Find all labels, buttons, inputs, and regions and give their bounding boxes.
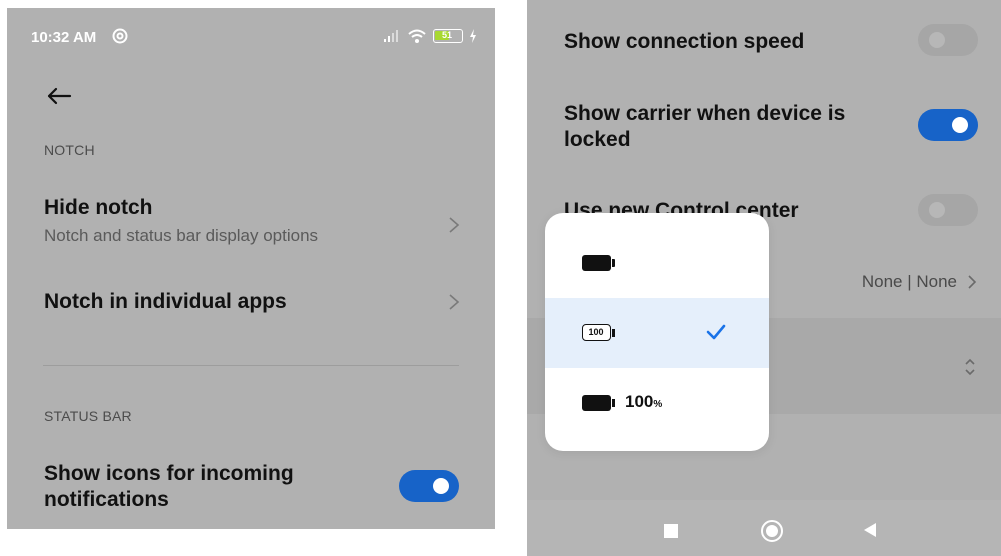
incoming-icons-toggle[interactable] [399,470,459,502]
notch-settings-screen: 10:32 AM 51 NOTCH Hide notch Notch and s… [7,8,495,529]
battery-tip [612,259,615,267]
battery-icon [582,255,611,271]
battery-icon [582,395,611,411]
chevron-up-down-icon [965,358,975,376]
checkmark-icon [706,324,726,340]
hotspot-icon [112,28,128,44]
notch-individual-apps-item[interactable]: Notch in individual apps [7,278,495,330]
battery-tip [612,399,615,407]
divider [43,365,459,366]
chevron-right-icon [968,275,977,289]
toggle-knob [929,202,945,218]
circle-home-icon[interactable] [761,520,783,542]
battery-number: 100 [588,327,604,337]
battery-level: 51 [441,30,452,40]
battery-percentage-label: 100% [625,392,663,411]
battery-option-number-inside[interactable]: 100 [545,298,769,368]
carrier-value: None | None [861,272,957,291]
battery-number-icon: 100 [582,324,611,341]
chevron-right-icon [449,217,460,233]
battery-option-with-percentage[interactable]: 100% [545,368,769,438]
status-bar: 10:32 AM 51 [7,8,495,66]
battery-style-popup: 100 100% [545,213,769,451]
toggle-knob [929,32,945,48]
arrow-left-icon[interactable] [43,80,75,112]
carrier-locked-title-line2: locked [564,128,631,151]
connection-speed-title: Show connection speed [564,30,805,53]
toggle-knob [433,478,449,494]
section-header-status-bar: STATUS BAR [44,408,132,424]
square-icon[interactable] [664,524,678,538]
hide-notch-item[interactable]: Hide notch Notch and status bar display … [7,188,495,258]
status-time: 10:32 AM [31,29,97,46]
signal-icon [384,30,398,42]
hide-notch-subtitle: Notch and status bar display options [44,226,319,245]
carrier-name-item[interactable]: None | None [862,272,977,292]
incoming-icons-title-line1: Show icons for incoming [44,462,294,485]
incoming-icons-title-line2: notifications [44,488,169,511]
charging-icon [470,29,476,43]
wifi-icon [408,29,426,43]
connection-speed-toggle[interactable] [918,24,978,56]
toggle-knob [952,117,968,133]
control-center-toggle[interactable] [918,194,978,226]
battery-tip [612,329,615,337]
notch-apps-title: Notch in individual apps [44,290,287,313]
chevron-right-icon [449,294,460,310]
incoming-icons-item: Show icons for incoming notifications [7,458,495,518]
hide-notch-title: Hide notch [44,196,153,219]
triangle-back-icon[interactable] [862,521,878,539]
battery-icon: 51 [433,29,463,43]
carrier-locked-toggle[interactable] [918,109,978,141]
battery-option-icon-only[interactable] [545,228,769,298]
navigation-bar [527,500,1001,556]
carrier-locked-title-line1: Show carrier when device is [564,102,846,125]
section-header-notch: NOTCH [44,142,95,158]
